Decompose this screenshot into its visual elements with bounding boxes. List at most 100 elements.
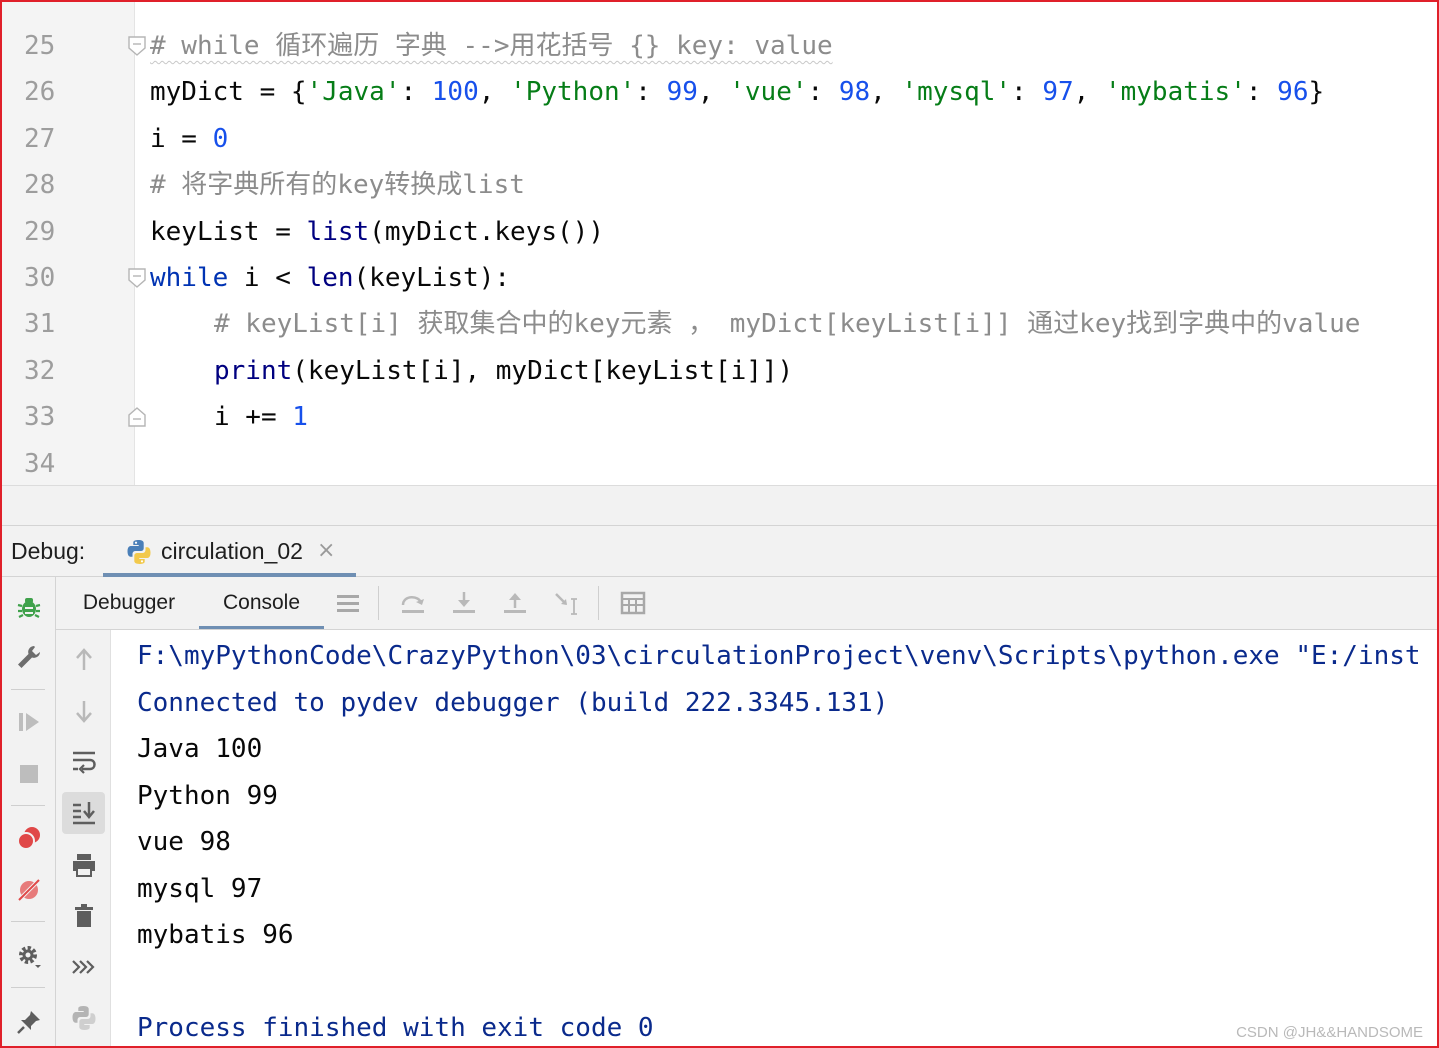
run-config-tab-label: circulation_02	[161, 538, 303, 564]
line-number[interactable]: 31	[24, 301, 84, 347]
line-number[interactable]: 26	[24, 69, 84, 115]
code-token: 'Java'	[306, 77, 401, 108]
run-config-tab[interactable]: circulation_02 ×	[103, 526, 356, 577]
code-token: ,	[1073, 77, 1105, 108]
code-token: i =	[150, 123, 213, 154]
code-token: len	[306, 263, 354, 293]
python-console-icon[interactable]	[70, 1004, 98, 1032]
fold-marker-icon[interactable]	[128, 36, 146, 56]
console-side-toolbar	[56, 630, 111, 1046]
pin-icon[interactable]	[15, 1008, 43, 1036]
code-area[interactable]: # while 循环遍历 字典 -->用花括号 {} key: value myD…	[150, 2, 1437, 485]
code-line[interactable]: # keyList[i] 获取集合中的key元素 ， myDict[keyLis…	[214, 301, 1360, 347]
line-number[interactable]: 25	[24, 23, 84, 69]
code-token: i +=	[214, 402, 293, 433]
code-token: 'Python'	[510, 77, 636, 108]
close-tab-icon[interactable]: ×	[317, 539, 335, 563]
code-line[interactable]: print(keyList[i], myDict[keyList[i]])	[214, 348, 793, 394]
code-token: # 将字典所有的key转换成list	[150, 170, 525, 201]
code-token: :	[1011, 77, 1043, 108]
code-token: :	[400, 77, 432, 108]
console-line: Java 100	[137, 734, 263, 764]
step-over-icon[interactable]	[399, 589, 427, 617]
toolbar-separator	[11, 921, 45, 922]
bug-icon[interactable]	[15, 593, 43, 621]
watermark: CSDN @JH&&HANDSOME	[1236, 1024, 1423, 1041]
fold-end-marker-icon[interactable]	[128, 407, 146, 427]
more-icon[interactable]	[70, 953, 98, 981]
code-token: :	[635, 77, 667, 108]
python-file-icon	[127, 540, 151, 564]
stop-icon[interactable]	[15, 760, 43, 788]
code-token: # while 循环遍历 字典 -->用花括号 {} key: value	[150, 31, 833, 61]
settings-icon[interactable]	[15, 942, 43, 970]
code-token: 99	[666, 77, 698, 108]
code-token: (keyList):	[353, 263, 511, 293]
line-number[interactable]: 33	[24, 394, 84, 440]
toolbar-separator	[378, 586, 379, 620]
soft-wrap-icon[interactable]	[70, 748, 98, 776]
editor-horizontal-scrollbar[interactable]	[2, 485, 1437, 525]
ide-window: 25 26 27 28 29 30 31 32 33 34 # while 循环遍历 字典 -->…	[0, 0, 1439, 1048]
toolbar-separator	[598, 586, 599, 620]
code-token: while	[150, 263, 229, 293]
toolbar-separator	[11, 987, 45, 988]
trash-icon[interactable]	[70, 902, 98, 930]
code-token: 1	[292, 402, 308, 433]
console-line: vue 98	[137, 827, 231, 857]
code-line[interactable]: # 将字典所有的key转换成list	[150, 162, 525, 208]
line-number[interactable]: 29	[24, 209, 84, 255]
line-number[interactable]: 28	[24, 162, 84, 208]
mute-breakpoints-icon[interactable]	[15, 876, 43, 904]
step-into-icon[interactable]	[450, 589, 478, 617]
code-line[interactable]: # while 循环遍历 字典 -->用花括号 {} key: value	[150, 23, 833, 69]
print-icon[interactable]	[70, 851, 98, 879]
console-output[interactable]: F:\myPythonCode\CrazyPython\03\circulati…	[112, 630, 1437, 1046]
step-out-icon[interactable]	[501, 589, 529, 617]
fold-marker-icon[interactable]	[128, 268, 146, 288]
code-token: # keyList[i] 获取集合中的key元素 ， myDict[keyLis…	[214, 309, 1361, 340]
run-to-cursor-icon[interactable]	[553, 589, 581, 617]
line-number[interactable]: 27	[24, 116, 84, 162]
code-token: ,	[870, 77, 902, 108]
code-token: 98	[838, 77, 871, 108]
code-line[interactable]: while i < len(keyList):	[150, 255, 510, 301]
code-token: :	[807, 77, 839, 108]
code-token: myDict = {	[150, 77, 307, 108]
console-line: mybatis 96	[137, 920, 294, 950]
code-line[interactable]: i += 1	[214, 394, 308, 440]
console-line: Python 99	[137, 780, 278, 811]
view-breakpoints-icon[interactable]	[15, 824, 43, 852]
line-number[interactable]: 32	[24, 348, 84, 394]
code-token: }	[1308, 77, 1325, 108]
line-number-gutter[interactable]: 25 26 27 28 29 30 31 32 33 34	[2, 2, 135, 485]
code-token: 'vue'	[729, 77, 808, 108]
arrow-down-icon[interactable]	[70, 697, 98, 725]
scroll-to-end-icon[interactable]	[70, 799, 98, 827]
threads-icon[interactable]	[334, 589, 362, 617]
tab-debugger[interactable]: Debugger	[69, 577, 189, 629]
evaluate-icon[interactable]	[619, 589, 647, 617]
debugger-tabs-toolbar: Debugger Console	[56, 577, 1437, 630]
debug-label: Debug:	[11, 538, 86, 564]
console-line: mysql 97	[137, 873, 263, 904]
line-number[interactable]: 30	[24, 255, 84, 301]
code-token: 97	[1042, 77, 1074, 108]
debug-side-toolbar	[2, 577, 56, 1046]
code-token: :	[1245, 77, 1278, 108]
code-token: 'mysql'	[901, 77, 1012, 108]
resume-icon[interactable]	[15, 708, 43, 736]
toolbar-separator	[11, 689, 45, 690]
code-line[interactable]: keyList = list(myDict.keys())	[150, 209, 604, 255]
code-line[interactable]: i = 0	[150, 116, 228, 162]
code-token: (keyList[i], myDict[keyList[i]])	[292, 355, 794, 386]
debug-tool-window-header: Debug: circulation_02 ×	[2, 525, 1437, 577]
code-token: (myDict.keys())	[369, 216, 604, 247]
line-number[interactable]: 34	[24, 441, 84, 485]
code-line[interactable]: myDict = {'Java': 100, 'Python': 99, 'vu…	[150, 69, 1324, 115]
arrow-up-icon[interactable]	[70, 646, 98, 674]
wrench-icon[interactable]	[15, 643, 43, 671]
tab-console[interactable]: Console	[199, 577, 324, 629]
code-editor[interactable]: 25 26 27 28 29 30 31 32 33 34 # while 循环遍历 字典 -->…	[2, 2, 1437, 485]
console-line: Connected to pydev debugger (build 222.3…	[137, 687, 889, 718]
